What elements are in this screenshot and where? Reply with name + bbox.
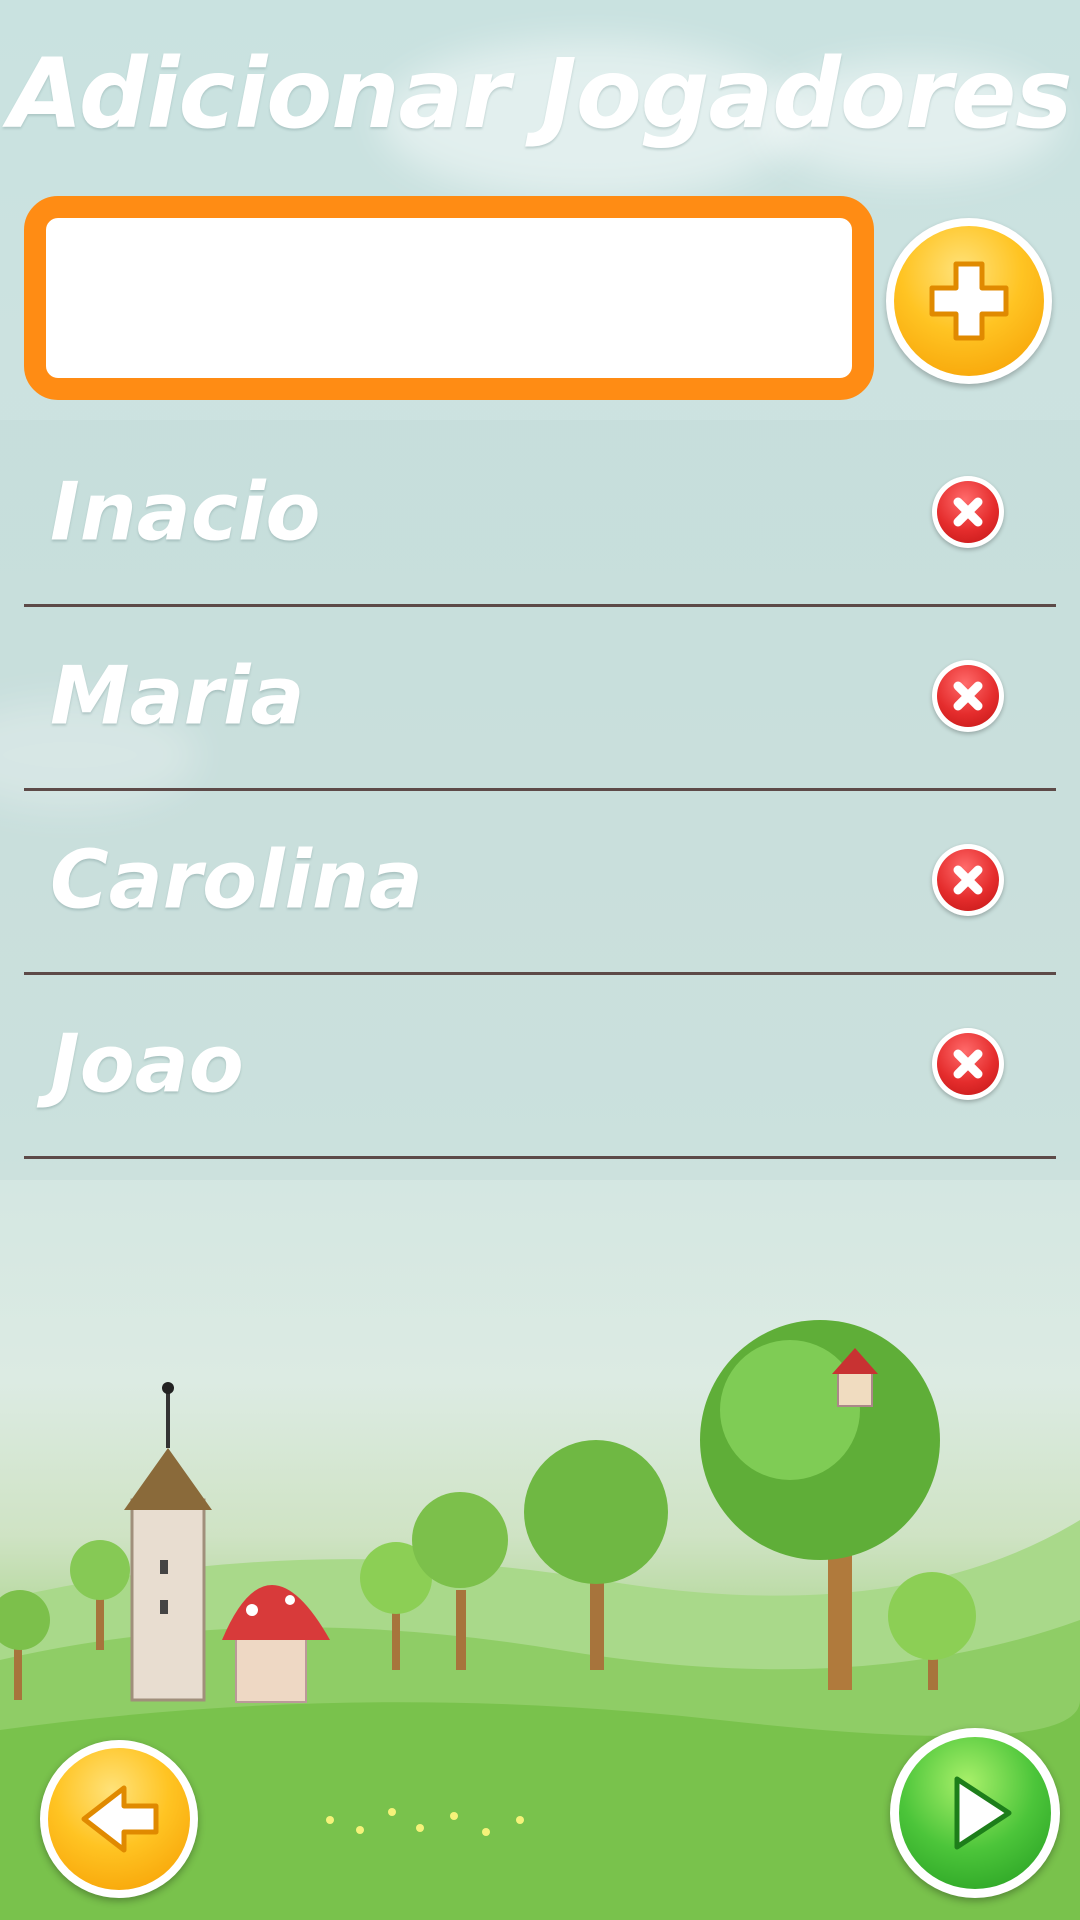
close-icon — [937, 1033, 999, 1095]
arrow-left-icon — [48, 1748, 190, 1890]
player-name-field-frame — [24, 196, 874, 400]
remove-player-button[interactable] — [932, 844, 1004, 916]
remove-player-button[interactable] — [932, 1028, 1004, 1100]
back-button[interactable] — [40, 1740, 198, 1898]
play-icon — [899, 1737, 1051, 1889]
remove-player-button[interactable] — [932, 476, 1004, 548]
list-item: Inacio — [24, 420, 1056, 607]
add-player-button[interactable] — [886, 218, 1052, 384]
close-icon — [937, 849, 999, 911]
list-item: Maria — [24, 604, 1056, 791]
page-title: Adicionar Jogadores — [8, 38, 1072, 150]
close-icon — [937, 665, 999, 727]
list-item: Carolina — [24, 788, 1056, 975]
player-name-label: Joao — [50, 1017, 244, 1111]
player-name-label: Inacio — [50, 465, 321, 559]
add-players-screen: Adicionar Jogadores Inacio Maria Carolin… — [0, 0, 1080, 1920]
remove-player-button[interactable] — [932, 660, 1004, 732]
play-button[interactable] — [890, 1728, 1060, 1898]
player-name-label: Maria — [50, 649, 305, 743]
close-icon — [937, 481, 999, 543]
list-item: Joao — [24, 972, 1056, 1159]
player-name-label: Carolina — [50, 833, 423, 927]
player-name-input[interactable] — [46, 218, 852, 378]
plus-icon — [894, 226, 1044, 376]
players-list: Inacio Maria Carolina Joao — [0, 420, 1080, 1180]
